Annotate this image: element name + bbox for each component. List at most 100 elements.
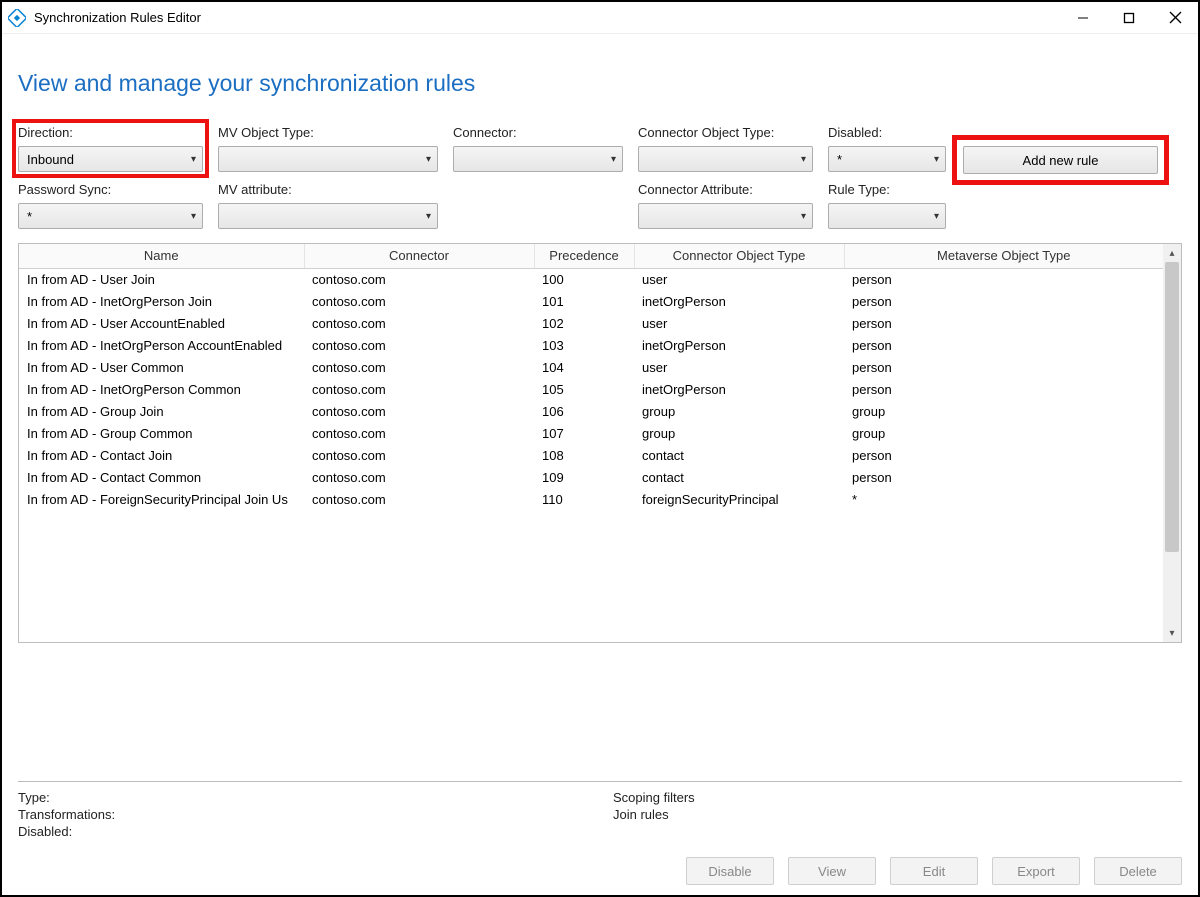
chevron-down-icon: ▾ [801, 211, 806, 222]
chevron-down-icon: ▾ [191, 211, 196, 222]
footer-type-label: Type: [18, 790, 613, 805]
footer-disabled-label: Disabled: [18, 824, 613, 839]
table-cell: 103 [534, 334, 634, 356]
table-cell: person [844, 444, 1163, 466]
table-row[interactable]: In from AD - InetOrgPerson Commoncontoso… [19, 378, 1163, 400]
chevron-down-icon: ▾ [934, 154, 939, 165]
table-row[interactable]: In from AD - InetOrgPerson AccountEnable… [19, 334, 1163, 356]
table-cell: In from AD - Group Join [19, 400, 304, 422]
scroll-down-icon[interactable]: ▾ [1163, 624, 1181, 642]
direction-label: Direction: [18, 125, 203, 140]
table-cell: In from AD - Contact Common [19, 466, 304, 488]
mv-object-type-label: MV Object Type: [218, 125, 438, 140]
table-cell: group [634, 400, 844, 422]
table-cell: person [844, 356, 1163, 378]
add-new-rule-button[interactable]: Add new rule [963, 146, 1158, 174]
view-button[interactable]: View [788, 857, 876, 885]
table-row[interactable]: In from AD - Contact Commoncontoso.com10… [19, 466, 1163, 488]
password-sync-label: Password Sync: [18, 182, 203, 197]
mv-attribute-dropdown[interactable]: ▾ [218, 203, 438, 229]
disabled-filter-dropdown[interactable]: * ▾ [828, 146, 946, 172]
table-cell: 101 [534, 290, 634, 312]
table-cell: contoso.com [304, 422, 534, 444]
table-cell: 110 [534, 488, 634, 510]
table-cell: 108 [534, 444, 634, 466]
password-sync-value: * [27, 209, 32, 224]
table-cell: In from AD - User AccountEnabled [19, 312, 304, 334]
col-name[interactable]: Name [19, 244, 304, 268]
table-cell: In from AD - ForeignSecurityPrincipal Jo… [19, 488, 304, 510]
table-cell: In from AD - InetOrgPerson Join [19, 290, 304, 312]
table-row[interactable]: In from AD - Contact Joincontoso.com108c… [19, 444, 1163, 466]
table-cell: 105 [534, 378, 634, 400]
table-cell: 106 [534, 400, 634, 422]
table-cell: In from AD - InetOrgPerson Common [19, 378, 304, 400]
chevron-down-icon: ▾ [801, 154, 806, 165]
col-mv-obj-type[interactable]: Metaverse Object Type [844, 244, 1163, 268]
table-cell: In from AD - User Common [19, 356, 304, 378]
table-cell: group [634, 422, 844, 444]
direction-dropdown[interactable]: Inbound ▾ [18, 146, 203, 172]
delete-button[interactable]: Delete [1094, 857, 1182, 885]
table-row[interactable]: In from AD - InetOrgPerson Joincontoso.c… [19, 290, 1163, 312]
connector-object-type-label: Connector Object Type: [638, 125, 813, 140]
table-cell: contoso.com [304, 356, 534, 378]
window-close-button[interactable] [1152, 2, 1198, 34]
table-row[interactable]: In from AD - Group Commoncontoso.com107g… [19, 422, 1163, 444]
table-row[interactable]: In from AD - User AccountEnabledcontoso.… [19, 312, 1163, 334]
page-heading: View and manage your synchronization rul… [18, 70, 1182, 97]
direction-value: Inbound [27, 152, 74, 167]
connector-dropdown[interactable]: ▾ [453, 146, 623, 172]
table-cell: user [634, 268, 844, 290]
col-con-obj-type[interactable]: Connector Object Type [634, 244, 844, 268]
table-cell: In from AD - Contact Join [19, 444, 304, 466]
table-cell: contoso.com [304, 400, 534, 422]
table-cell: person [844, 312, 1163, 334]
col-precedence[interactable]: Precedence [534, 244, 634, 268]
table-cell: 104 [534, 356, 634, 378]
table-cell: inetOrgPerson [634, 290, 844, 312]
table-cell: person [844, 466, 1163, 488]
table-cell: contoso.com [304, 268, 534, 290]
table-cell: group [844, 400, 1163, 422]
window-maximize-button[interactable] [1106, 2, 1152, 34]
table-row[interactable]: In from AD - ForeignSecurityPrincipal Jo… [19, 488, 1163, 510]
connector-attribute-dropdown[interactable]: ▾ [638, 203, 813, 229]
filter-panel: Direction: Inbound ▾ MV Object Type: ▾ C… [18, 125, 1182, 229]
table-cell: contoso.com [304, 466, 534, 488]
export-button[interactable]: Export [992, 857, 1080, 885]
table-cell: 109 [534, 466, 634, 488]
table-cell: contoso.com [304, 290, 534, 312]
password-sync-dropdown[interactable]: * ▾ [18, 203, 203, 229]
edit-button[interactable]: Edit [890, 857, 978, 885]
scroll-up-icon[interactable]: ▴ [1163, 244, 1181, 262]
table-cell: inetOrgPerson [634, 334, 844, 356]
table-row[interactable]: In from AD - User Joincontoso.com100user… [19, 268, 1163, 290]
chevron-down-icon: ▾ [191, 154, 196, 165]
table-cell: In from AD - User Join [19, 268, 304, 290]
disabled-filter-value: * [837, 152, 842, 167]
vertical-scrollbar[interactable]: ▴ ▾ [1163, 244, 1181, 642]
table-cell: 107 [534, 422, 634, 444]
window-minimize-button[interactable] [1060, 2, 1106, 34]
table-row[interactable]: In from AD - User Commoncontoso.com104us… [19, 356, 1163, 378]
table-cell: person [844, 290, 1163, 312]
table-cell: 102 [534, 312, 634, 334]
mv-object-type-dropdown[interactable]: ▾ [218, 146, 438, 172]
footer-join-rules-label: Join rules [613, 807, 695, 822]
table-cell: user [634, 356, 844, 378]
footer-transformations-label: Transformations: [18, 807, 613, 822]
scroll-thumb[interactable] [1165, 262, 1179, 552]
table-cell: In from AD - InetOrgPerson AccountEnable… [19, 334, 304, 356]
table-cell: contoso.com [304, 488, 534, 510]
connector-object-type-dropdown[interactable]: ▾ [638, 146, 813, 172]
rule-type-dropdown[interactable]: ▾ [828, 203, 946, 229]
col-connector[interactable]: Connector [304, 244, 534, 268]
disable-button[interactable]: Disable [686, 857, 774, 885]
table-cell: person [844, 334, 1163, 356]
rules-grid: Name Connector Precedence Connector Obje… [18, 243, 1182, 643]
table-cell: * [844, 488, 1163, 510]
table-row[interactable]: In from AD - Group Joincontoso.com106gro… [19, 400, 1163, 422]
table-cell: group [844, 422, 1163, 444]
chevron-down-icon: ▾ [426, 211, 431, 222]
